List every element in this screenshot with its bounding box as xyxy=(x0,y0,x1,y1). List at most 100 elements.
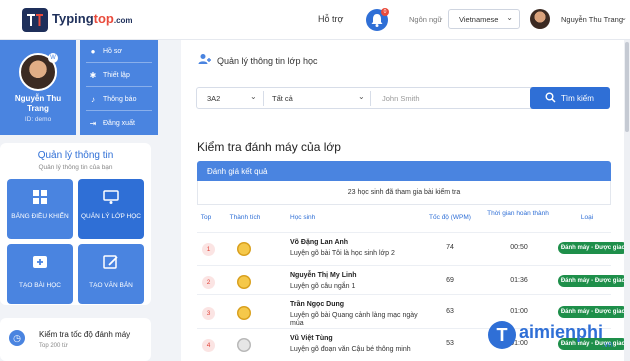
menu-item-logout[interactable]: ⇥ Đăng xuất xyxy=(88,116,135,130)
profile-card: W Nguyễn Thu Trang ID: demo xyxy=(0,40,76,135)
top-bar: Typingtop.com Hỗ trợ 0 Ngôn ngữ Vietname… xyxy=(0,0,630,40)
tile-class-management[interactable]: QUẢN LÝ LỚP HỌC xyxy=(78,179,144,239)
class-select-value[interactable]: 3A2 xyxy=(207,94,220,103)
language-select[interactable]: Vietnamese ⌄ xyxy=(448,9,520,29)
divider xyxy=(370,91,371,106)
wpm-value: 69 xyxy=(446,277,454,284)
menu-item-label: Hồ sơ xyxy=(103,47,122,55)
search-button[interactable]: Tìm kiếm xyxy=(530,87,610,109)
column-header: Học sinh xyxy=(290,214,316,221)
column-header: Tốc độ (WPM) xyxy=(429,214,471,221)
column-header: Thành tích xyxy=(229,214,261,221)
divider xyxy=(86,62,152,63)
participant-count: 23 học sinh đã tham gia bài kiểm tra xyxy=(197,181,611,205)
management-panel: Quản lý thông tin Quản lý thông tin của … xyxy=(0,143,151,305)
user-menu-name[interactable]: Nguyễn Thu Trang xyxy=(561,15,623,24)
type-badge: Đánh máy - Được giao xyxy=(558,275,628,287)
management-subtitle: Quản lý thông tin của bạn xyxy=(38,164,113,171)
student-name: Nguyễn Thị My Linh xyxy=(290,272,357,279)
clock-icon: ◷ xyxy=(9,330,25,346)
table-header: Top Thành tích Học sinh Tốc độ (WPM) Thờ… xyxy=(197,210,611,232)
divider xyxy=(86,86,152,87)
user-avatar[interactable] xyxy=(530,9,550,29)
tile-create-text[interactable]: TẠO VĂN BẢN xyxy=(78,244,144,304)
lesson-name: Luyện gõ câu ngắn 1 xyxy=(290,283,356,290)
speed-test-title: Kiểm tra tốc độ đánh máy xyxy=(39,330,131,339)
student-name: Trần Ngọc Dung xyxy=(290,301,345,308)
page-heading: Kiểm tra đánh máy của lớp xyxy=(197,140,341,154)
scrollbar-thumb[interactable] xyxy=(625,42,629,132)
brand-name[interactable]: Typingtop.com xyxy=(52,11,133,26)
gold-medal-icon xyxy=(237,306,251,320)
watermark-text: aimienphi xyxy=(519,322,604,342)
search-input[interactable]: John Smith xyxy=(382,94,420,103)
wpm-value: 74 xyxy=(446,244,454,251)
watermark-suffix: .vn xyxy=(602,340,613,349)
tile-dashboard[interactable]: BẢNG ĐIỀU KHIỂN xyxy=(7,179,73,239)
gold-medal-icon xyxy=(237,275,251,289)
chevron-down-icon[interactable]: ⌄ xyxy=(621,14,627,22)
lesson-name: Luyện gõ đoạn văn Cậu bé thông minh xyxy=(290,346,411,353)
wpm-value: 63 xyxy=(446,308,454,315)
menu-item-label: Thông báo xyxy=(103,95,137,103)
profile-menu: ● Hồ sơ ✱ Thiết lập ♪ Thông báo ⇥ Đăng x… xyxy=(80,40,158,135)
grid-icon xyxy=(33,190,47,204)
tile-label: QUẢN LÝ LỚP HỌC xyxy=(81,213,141,220)
rank-badge: 4 xyxy=(202,339,215,352)
profile-id: ID: demo xyxy=(24,116,52,123)
chevron-down-icon[interactable]: ⌄ xyxy=(358,92,365,101)
chevron-down-icon: ⌄ xyxy=(506,13,513,22)
rank-badge: 1 xyxy=(202,243,215,256)
divider xyxy=(86,110,152,111)
tile-label: TẠO VĂN BẢN xyxy=(89,282,133,289)
class-icon xyxy=(103,190,119,204)
watermark-letter: T xyxy=(488,321,516,349)
main-content: Quản lý thông tin lớp học 3A2 ⌄ Tất cả ⌄… xyxy=(181,40,630,361)
gear-icon: ✱ xyxy=(89,70,97,80)
result-label: Đánh giá kết quả xyxy=(207,167,268,176)
wpm-value: 53 xyxy=(446,340,454,347)
add-user-icon xyxy=(198,54,211,64)
language-label: Ngôn ngữ xyxy=(409,15,443,24)
chevron-down-icon[interactable]: ⌄ xyxy=(250,92,257,101)
student-name: Võ Đặng Lan Anh xyxy=(290,239,349,246)
speed-test-card[interactable]: ◷ Kiểm tra tốc độ đánh máy Top 200 từ xyxy=(0,318,151,361)
rank-badge: 2 xyxy=(202,276,215,289)
menu-item-notifications[interactable]: ♪ Thông báo xyxy=(88,92,136,106)
gold-medal-icon xyxy=(237,242,251,256)
tile-create-lesson[interactable]: TẠO BÀI HỌC xyxy=(7,244,73,304)
column-header: Thời gian hoàn thành xyxy=(487,210,549,217)
table-row[interactable]: 1 Võ Đặng Lan Anh Luyện gõ bài Tôi là họ… xyxy=(197,232,628,265)
menu-item-label: Đăng xuất xyxy=(103,119,135,127)
bell-icon: ♪ xyxy=(91,94,95,104)
silver-medal-icon xyxy=(237,338,251,352)
type-badge: Đánh máy - Được giao xyxy=(558,242,628,254)
menu-item-profile[interactable]: ● Hồ sơ xyxy=(88,44,122,58)
menu-item-settings[interactable]: ✱ Thiết lập xyxy=(88,68,130,82)
type-select-value[interactable]: Tất cả xyxy=(272,94,293,103)
search-icon xyxy=(545,92,556,103)
add-lesson-icon xyxy=(33,256,47,268)
language-value: Vietnamese xyxy=(459,15,499,24)
tile-label: TẠO BÀI HỌC xyxy=(19,282,61,289)
column-header: Top xyxy=(200,214,212,221)
management-title: Quản lý thông tin xyxy=(37,150,114,161)
user-icon: ● xyxy=(90,46,96,56)
search-button-label: Tìm kiếm xyxy=(561,94,594,103)
student-name: Vũ Việt Tùng xyxy=(290,335,333,342)
notification-count-badge: 0 xyxy=(381,8,389,16)
column-header: Loại xyxy=(580,214,594,221)
lesson-name: Luyện gõ bài Quang cảnh làng mạc ngày mù… xyxy=(290,312,418,327)
divider xyxy=(263,91,264,106)
lesson-name: Luyện gõ bài Tôi là học sinh lớp 2 xyxy=(290,250,395,257)
result-header: Đánh giá kết quả xyxy=(197,161,611,181)
profile-badge: W xyxy=(48,53,58,63)
time-value: 01:00 xyxy=(510,308,528,315)
typingtop-logo-icon[interactable] xyxy=(22,8,48,32)
watermark-logo: T aimienphi .vn xyxy=(488,318,630,361)
support-link[interactable]: Hỗ trợ xyxy=(318,14,343,24)
speed-test-subtitle: Top 200 từ xyxy=(39,343,68,349)
profile-name: Nguyễn Thu Trang xyxy=(14,94,62,113)
type-badge: Đánh máy - Được giao xyxy=(558,306,628,318)
section-title: Quản lý thông tin lớp học xyxy=(217,56,318,66)
